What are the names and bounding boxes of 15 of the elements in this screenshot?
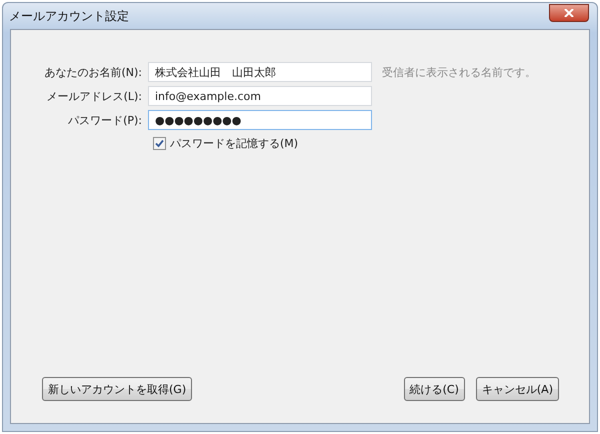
- field-label: メールアドレス(L):: [46, 88, 143, 104]
- input-field[interactable]: 株式会社山田 山田太郎: [148, 62, 372, 82]
- hint-text: 受信者に表示される名前です。: [382, 64, 536, 80]
- password-field[interactable]: ●●●●●●●●●: [148, 110, 372, 130]
- field-label: パスワード(P):: [67, 112, 143, 128]
- checkbox-label[interactable]: パスワードを記憶する(M): [170, 136, 298, 151]
- cancel-button[interactable]: キャンセル(A): [476, 377, 559, 401]
- close-button[interactable]: [549, 4, 589, 22]
- close-icon: [564, 9, 574, 17]
- input-field[interactable]: info@example.com: [148, 86, 372, 106]
- new-account-button[interactable]: 新しいアカウントを取得(G): [42, 377, 192, 401]
- continue-button[interactable]: 続ける(C): [404, 377, 465, 401]
- field-label: あなたのお名前(N):: [43, 64, 143, 80]
- checkbox[interactable]: [153, 137, 166, 150]
- window-title: メールアカウント設定: [9, 8, 129, 24]
